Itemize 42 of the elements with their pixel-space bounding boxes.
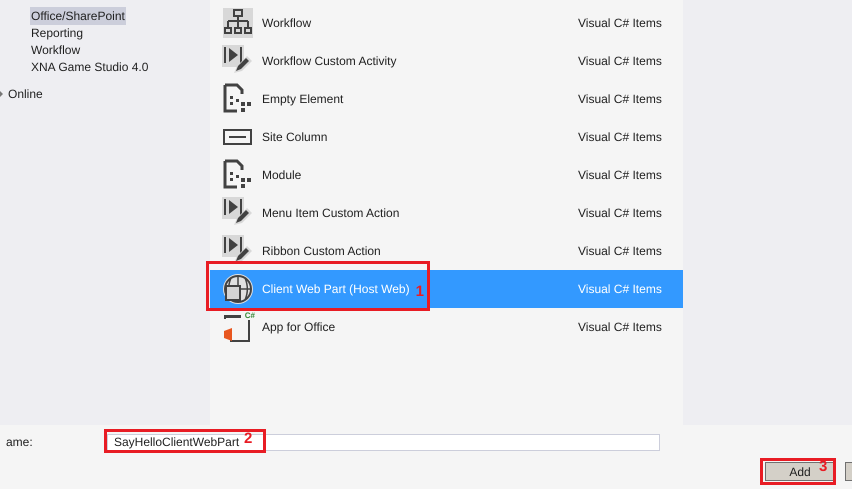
csharp-label: C# [244,312,255,320]
category-item[interactable]: Workflow [30,40,82,58]
step-number: 3 [819,459,828,474]
template-name: Module [262,167,302,184]
template-name: Client Web Part (Host Web) [262,281,410,298]
category-item[interactable]: Reporting [30,24,84,42]
template-item[interactable]: Ribbon Custom Action Visual C# Items [210,232,683,270]
template-name: Ribbon Custom Action [262,243,381,260]
dotted-document-icon [222,159,254,191]
template-item[interactable]: Empty Element Visual C# Items [210,80,683,118]
template-category: Visual C# Items [578,53,663,70]
template-item[interactable]: Module Visual C# Items [210,156,683,194]
step-number: 1 [416,284,424,298]
template-category: Visual C# Items [578,129,663,146]
template-category: Visual C# Items [578,91,663,108]
category-item[interactable]: XNA Game Studio 4.0 [30,58,150,76]
template-category: Visual C# Items [578,15,663,32]
category-item[interactable]: Online [8,84,43,102]
template-name: Empty Element [262,91,344,108]
expander-icon[interactable] [0,90,4,96]
template-item[interactable]: Workflow Custom Activity Visual C# Items [210,42,683,80]
template-name: App for Office [262,319,336,336]
template-name: Workflow [262,15,312,32]
template-item[interactable]: Menu Item Custom Action Visual C# Items [210,194,683,232]
dotted-document-icon [222,83,254,115]
category-item[interactable]: Office/SharePoint [30,6,126,24]
name-label: ame: [5,434,34,451]
template-category: Visual C# Items [578,319,663,336]
template-category: Visual C# Items [578,205,663,222]
template-name: Workflow Custom Activity [262,53,396,70]
hierarchy-icon [222,7,254,39]
template-name: Menu Item Custom Action [262,205,400,222]
step-number: 2 [244,431,252,446]
template-category: Visual C# Items [578,167,663,184]
globe-window-icon [222,273,254,305]
button-edge[interactable] [845,462,852,481]
template-category: Visual C# Items [578,281,663,298]
template-item[interactable]: Site Column Visual C# Items [210,118,683,156]
template-item[interactable]: Workflow Visual C# Items [210,4,683,42]
template-item[interactable]: C# App for Office Visual C# Items [210,308,683,346]
template-category: Visual C# Items [578,243,663,260]
template-name: Site Column [262,129,328,146]
